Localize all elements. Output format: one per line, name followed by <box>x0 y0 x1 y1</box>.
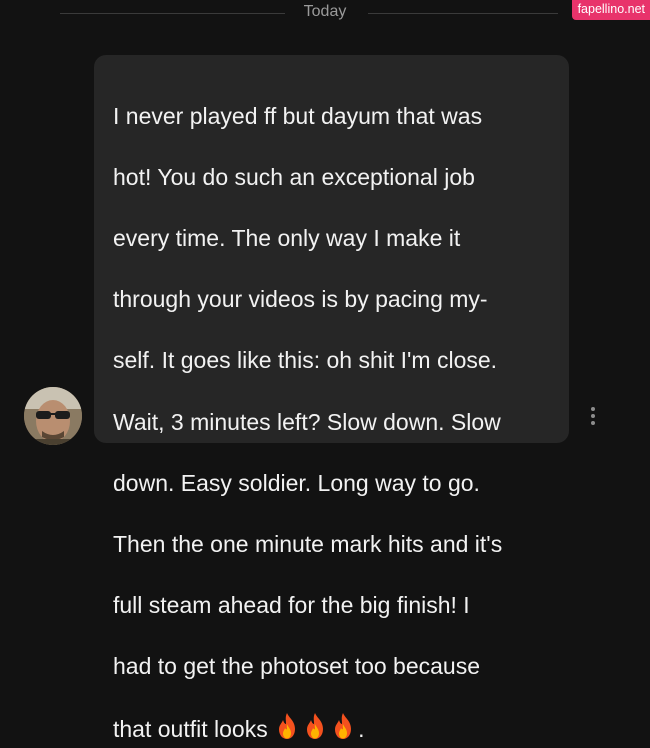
message-last-suffix: . <box>358 716 365 743</box>
message-line: self. It goes like this: oh shit I'm clo… <box>113 347 498 374</box>
user-avatar[interactable] <box>24 387 82 445</box>
message-last-prefix: that outfit looks <box>113 716 275 743</box>
fire-icon <box>302 712 328 748</box>
message-bubble: I never played ff but dayum that was hot… <box>94 55 569 742</box>
message-text: I never played ff but dayum that was hot… <box>113 70 559 748</box>
date-label: Today <box>303 3 347 20</box>
vertical-ellipsis-icon[interactable] <box>586 404 600 428</box>
message-line: I never played ff but dayum that was <box>113 102 483 129</box>
message-line: through your videos is by pacing my- <box>113 286 488 313</box>
menu-dot <box>591 414 595 418</box>
avatar-image <box>24 387 82 445</box>
message-line-last: that outfit looks . <box>113 713 365 743</box>
divider-line-right <box>368 13 558 14</box>
message-line: Then the one minute mark hits and it's <box>113 530 503 557</box>
message-line: every time. The only way I make it <box>113 224 461 251</box>
watermark: fapellino.net <box>571 0 650 20</box>
fire-icon <box>330 712 356 748</box>
message-line: down. Easy soldier. Long way to go. <box>113 469 480 496</box>
menu-dot <box>591 421 595 425</box>
fire-icon <box>274 712 300 748</box>
message-line: Wait, 3 minutes left? Slow down. Slow <box>113 408 501 435</box>
menu-dot <box>591 407 595 411</box>
message-line: hot! You do such an exceptional job <box>113 163 475 190</box>
date-divider: Today <box>0 0 650 26</box>
message-line: full steam ahead for the big finish! I <box>113 592 470 619</box>
message-line: had to get the photoset too because <box>113 653 481 680</box>
